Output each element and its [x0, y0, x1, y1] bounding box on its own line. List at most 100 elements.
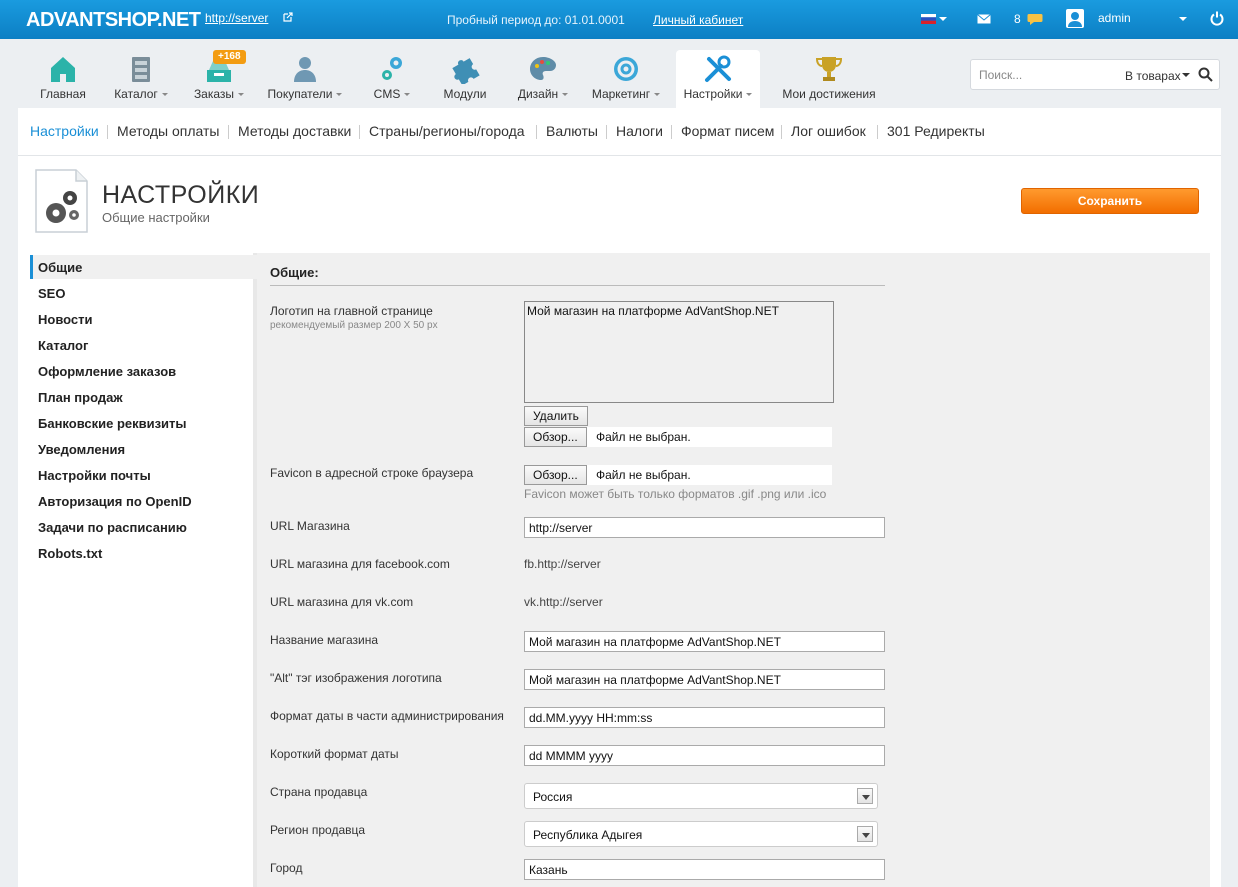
settings-subnav: Настройки Методы оплаты Методы доставки …	[18, 108, 1221, 156]
shop-name-label: Название магазина	[270, 633, 379, 647]
logo-alt-input[interactable]	[524, 669, 885, 690]
subnav-email-format[interactable]: Формат писем	[681, 123, 774, 139]
admin-date-format-label: Формат даты в части администрирования	[270, 709, 504, 723]
username[interactable]: admin	[1098, 11, 1131, 25]
favicon-file-input: Обзор... Файл не выбран.	[524, 465, 832, 485]
chevron-down-icon[interactable]	[857, 826, 873, 842]
subnav-shipping-methods[interactable]: Методы доставки	[238, 123, 351, 139]
shop-url-input[interactable]	[524, 517, 885, 538]
server-link[interactable]: http://server	[205, 11, 268, 25]
logo-file-input: Обзор... Файл не выбран.	[524, 427, 832, 447]
search-box: В товарах	[970, 59, 1220, 90]
menu-item-sales-plan[interactable]: План продаж	[38, 390, 123, 405]
menu-item-robots[interactable]: Robots.txt	[38, 546, 102, 561]
active-item-indicator	[30, 255, 33, 279]
power-logout-icon[interactable]	[1210, 11, 1224, 26]
menu-item-checkout[interactable]: Оформление заказов	[38, 364, 176, 379]
subnav-countries[interactable]: Страны/регионы/города	[369, 123, 525, 139]
trophy-icon	[815, 57, 843, 81]
language-caret-icon[interactable]	[939, 17, 947, 21]
logo-label: Логотип на главной странице	[270, 304, 433, 318]
nav-item-modules[interactable]: Модули	[436, 50, 494, 108]
chat-bubble-icon[interactable]	[1027, 13, 1043, 26]
city-label: Город	[270, 861, 303, 875]
subnav-taxes[interactable]: Налоги	[616, 123, 663, 139]
nav-item-settings[interactable]: Настройки	[676, 50, 760, 108]
puzzle-icon	[452, 58, 480, 84]
nav-item-design[interactable]: Дизайн	[510, 50, 576, 108]
external-link-icon[interactable]	[283, 12, 293, 22]
menu-item-bank-details[interactable]: Банковские реквизиты	[38, 416, 187, 431]
save-button[interactable]: Сохранить	[1021, 188, 1199, 214]
search-scope-caret-icon[interactable]	[1182, 73, 1190, 77]
trial-period-text: Пробный период до: 01.01.0001	[447, 13, 625, 27]
page-subtitle: Общие настройки	[102, 210, 210, 225]
seller-country-select[interactable]: Россия	[524, 783, 878, 809]
browse-logo-button[interactable]: Обзор...	[524, 427, 587, 447]
nav-label: Настройки	[676, 87, 760, 101]
nav-label: Главная	[40, 87, 86, 101]
brand-logo[interactable]: ADVANTSHOP.NET	[26, 9, 201, 32]
seller-country-label: Страна продавца	[270, 785, 368, 799]
user-avatar-icon[interactable]	[1066, 9, 1084, 28]
vk-url-value: vk.http://server	[524, 595, 603, 609]
admin-date-format-input[interactable]	[524, 707, 885, 728]
tools-icon	[705, 55, 731, 82]
menu-item-news[interactable]: Новости	[38, 312, 93, 327]
subnav-settings[interactable]: Настройки	[30, 123, 99, 139]
russian-flag-icon[interactable]	[921, 14, 936, 24]
menu-item-scheduled-tasks[interactable]: Задачи по расписанию	[38, 520, 187, 535]
chevron-down-icon[interactable]	[857, 788, 873, 804]
user-menu-caret-icon[interactable]	[1179, 17, 1187, 21]
nav-label: Заказы	[186, 87, 252, 101]
nav-item-marketing[interactable]: Маркетинг	[586, 50, 666, 108]
menu-item-catalog[interactable]: Каталог	[38, 338, 88, 353]
seller-region-label: Регион продавца	[270, 823, 366, 837]
facebook-url-value: fb.http://server	[524, 557, 601, 571]
favicon-label: Favicon в адресной строке браузера	[270, 466, 474, 480]
nav-label: Каталог	[106, 87, 176, 101]
menu-item-seo[interactable]: SEO	[38, 286, 65, 301]
nav-item-achievements[interactable]: Мои достижения	[774, 50, 884, 108]
short-date-format-input[interactable]	[524, 745, 885, 766]
orders-badge: +168	[213, 50, 246, 64]
vk-url-label: URL магазина для vk.com	[270, 595, 414, 609]
search-input[interactable]	[979, 66, 1109, 84]
search-icon[interactable]	[1198, 67, 1213, 82]
settings-page-icon	[35, 169, 88, 233]
menu-item-notifications[interactable]: Уведомления	[38, 442, 125, 457]
cms-gears-icon	[382, 57, 402, 80]
nav-label: Дизайн	[510, 87, 576, 101]
nav-item-home[interactable]: Главная	[30, 50, 96, 108]
menu-item-openid[interactable]: Авторизация по OpenID	[38, 494, 192, 509]
content-panel: Настройки Методы оплаты Методы доставки …	[18, 108, 1221, 887]
favicon-file-status: Файл не выбран.	[596, 468, 691, 482]
mail-icon[interactable]	[977, 14, 991, 24]
top-bar: ADVANTSHOP.NET http://server Пробный пер…	[0, 0, 1238, 39]
subnav-payment-methods[interactable]: Методы оплаты	[117, 123, 219, 139]
nav-item-catalog[interactable]: Каталог	[106, 50, 176, 108]
search-scope-select[interactable]: В товарах	[1125, 69, 1181, 83]
shop-name-input[interactable]	[524, 631, 885, 652]
seller-region-select[interactable]: Республика Адыгея	[524, 821, 878, 847]
subnav-error-log[interactable]: Лог ошибок	[791, 123, 866, 139]
general-settings-form: Общие: Логотип на главной странице реком…	[270, 253, 910, 887]
subnav-currencies[interactable]: Валюты	[546, 123, 598, 139]
browse-favicon-button[interactable]: Обзор...	[524, 465, 587, 485]
logo-preview-box[interactable]: Мой магазин на платформе AdVantShop.NET	[524, 301, 834, 403]
nav-label: CMS	[364, 87, 420, 101]
menu-item-general[interactable]: Общие	[38, 260, 82, 275]
palette-icon	[530, 57, 556, 80]
delete-logo-button[interactable]: Удалить	[524, 406, 588, 426]
city-input[interactable]	[524, 859, 885, 880]
nav-item-cms[interactable]: CMS	[364, 50, 420, 108]
nav-label: Маркетинг	[586, 87, 666, 101]
nav-item-customers[interactable]: Покупатели	[262, 50, 348, 108]
messages-count[interactable]: 8	[1014, 12, 1021, 26]
section-divider	[270, 285, 885, 286]
nav-label: Модули	[443, 87, 487, 101]
subnav-redirects[interactable]: 301 Редиректы	[887, 123, 985, 139]
nav-label: Покупатели	[262, 87, 348, 101]
personal-cabinet-link[interactable]: Личный кабинет	[653, 13, 743, 27]
menu-item-mail-settings[interactable]: Настройки почты	[38, 468, 151, 483]
